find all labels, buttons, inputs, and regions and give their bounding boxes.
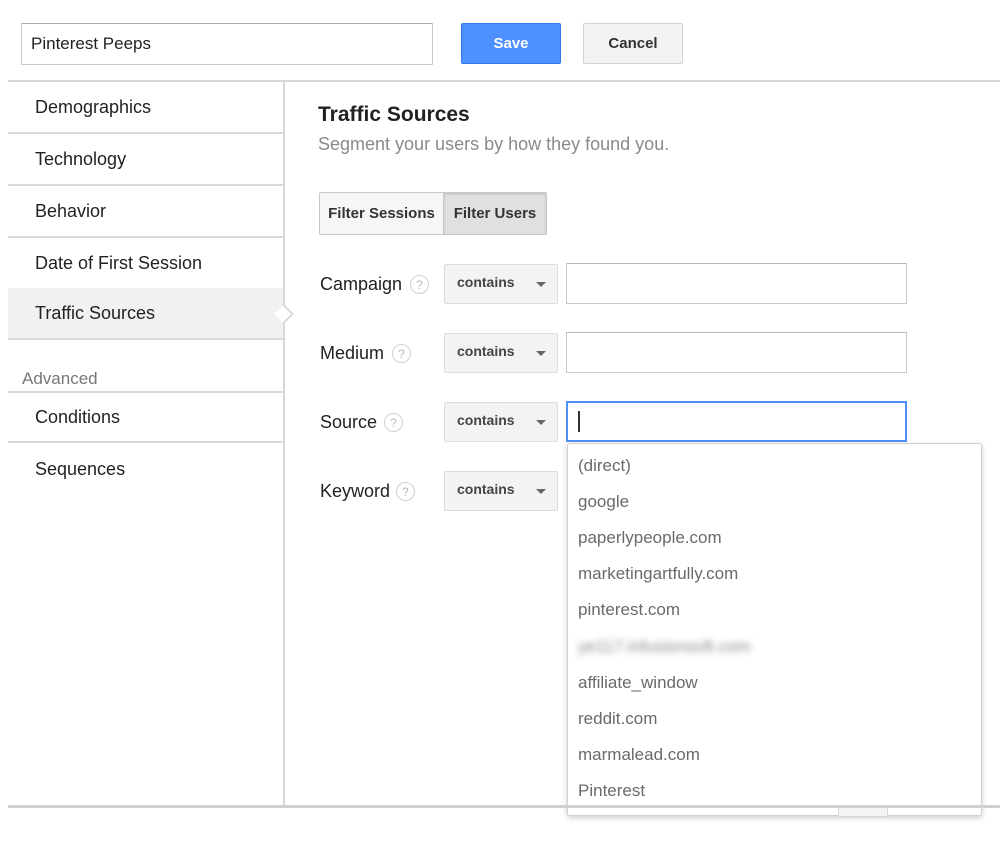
save-button[interactable]: Save — [461, 23, 561, 64]
source-suggestions-dropdown: (direct) google paperlypeople.com market… — [567, 443, 982, 816]
sidebar-item-technology[interactable]: Technology — [8, 134, 283, 186]
operator-value: contains — [457, 274, 515, 290]
campaign-value-input[interactable] — [566, 263, 907, 304]
source-value-input[interactable] — [566, 401, 907, 442]
medium-operator-select[interactable]: contains — [444, 333, 558, 373]
suggestion-option[interactable]: (direct) — [568, 448, 981, 484]
campaign-row: Campaign ? contains — [0, 263, 1000, 305]
page-subtitle: Segment your users by how they found you… — [318, 134, 670, 154]
operator-value: contains — [457, 412, 515, 428]
suggestion-option[interactable]: pinterest.com — [568, 592, 981, 628]
medium-label: Medium — [320, 343, 385, 363]
medium-value-input[interactable] — [566, 332, 907, 373]
text-cursor — [578, 411, 580, 432]
source-operator-select[interactable]: contains — [444, 402, 558, 442]
chevron-down-icon — [536, 282, 546, 287]
help-icon[interactable]: ? — [392, 344, 411, 363]
chevron-down-icon — [536, 489, 546, 494]
keyword-operator-select[interactable]: contains — [444, 471, 558, 511]
sidebar-item-behavior[interactable]: Behavior — [8, 186, 283, 238]
filter-sessions-button[interactable]: Filter Sessions — [320, 193, 444, 234]
operator-value: contains — [457, 343, 515, 359]
campaign-operator-select[interactable]: contains — [444, 264, 558, 304]
chevron-down-icon — [536, 420, 546, 425]
help-icon[interactable]: ? — [396, 482, 415, 501]
chevron-down-icon — [536, 351, 546, 356]
source-row: Source ? contains — [0, 401, 1000, 443]
page-title: Traffic Sources — [318, 103, 470, 126]
filter-users-button[interactable]: Filter Users — [444, 193, 546, 234]
source-label: Source — [320, 412, 378, 432]
campaign-label: Campaign — [320, 274, 403, 294]
sidebar-item-demographics[interactable]: Demographics — [8, 82, 283, 134]
medium-row: Medium ? contains — [0, 332, 1000, 374]
suggestion-option[interactable]: google — [568, 484, 981, 520]
segment-sidebar: Demographics Technology Behavior Date of… — [8, 82, 285, 805]
cancel-button[interactable]: Cancel — [583, 23, 683, 64]
keyword-label: Keyword — [320, 481, 391, 501]
suggestion-option[interactable]: marketingartfully.com — [568, 556, 981, 592]
suggestion-option[interactable]: Pinterest — [568, 773, 981, 809]
suggestion-option-redacted[interactable]: ye117.infusionsoft.com — [568, 629, 981, 665]
suggestion-option[interactable]: marmalead.com — [568, 737, 981, 773]
help-icon[interactable]: ? — [384, 413, 403, 432]
suggestion-option[interactable]: paperlypeople.com — [568, 520, 981, 556]
suggestion-option[interactable]: reddit.com — [568, 701, 981, 737]
footer-tab — [838, 808, 888, 817]
segment-name-input[interactable] — [21, 23, 433, 65]
help-icon[interactable]: ? — [410, 275, 429, 294]
operator-value: contains — [457, 481, 515, 497]
suggestion-option[interactable]: affiliate_window — [568, 665, 981, 701]
filter-toggle: Filter Sessions Filter Users — [319, 192, 547, 235]
